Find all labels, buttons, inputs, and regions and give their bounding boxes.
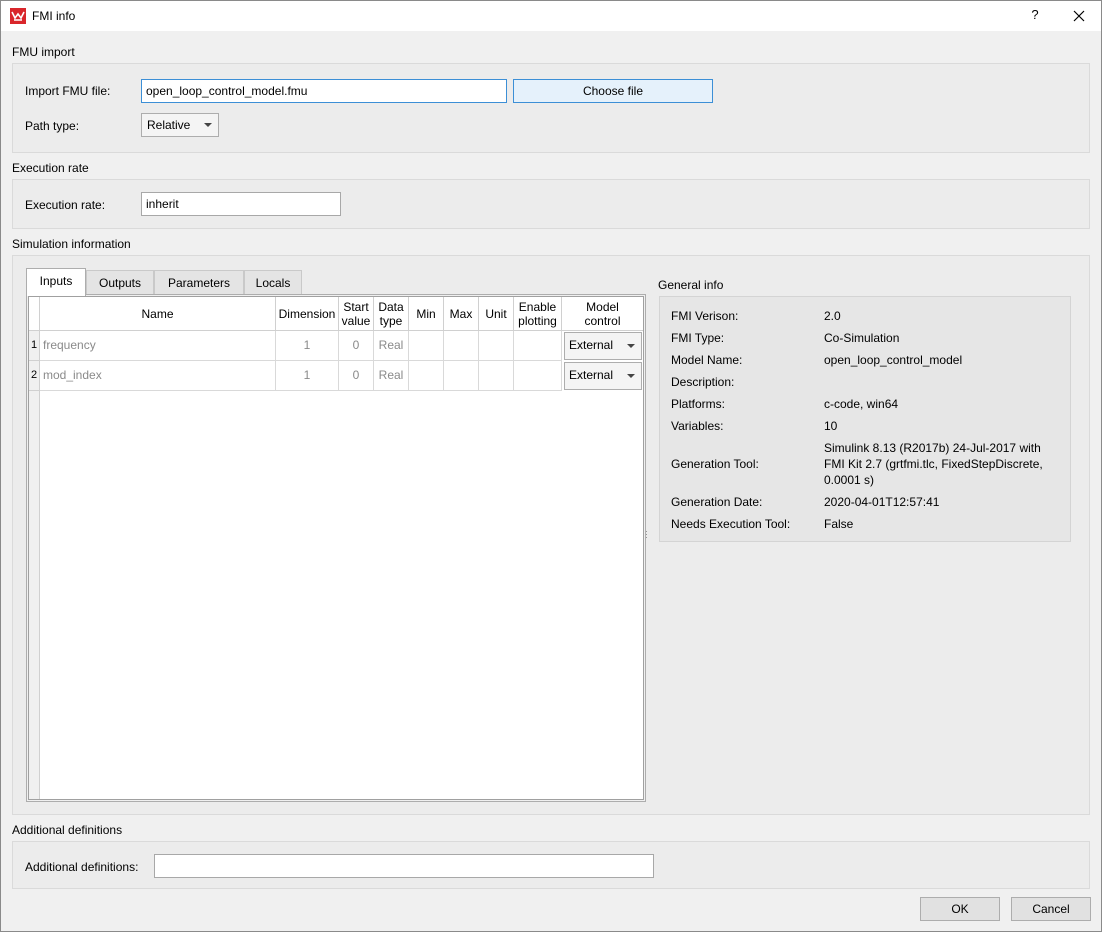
cell-name[interactable]: mod_index — [40, 361, 276, 391]
additional-definitions-input[interactable] — [154, 854, 654, 878]
tab-outputs[interactable]: Outputs — [86, 270, 154, 294]
title-bar: FMI info ? — [1, 1, 1101, 31]
info-key-model-name: Model Name: — [671, 353, 743, 367]
cell-start-value[interactable]: 0 — [339, 361, 374, 391]
tab-inputs[interactable]: Inputs — [26, 268, 86, 296]
info-key-fmi-type: FMI Type: — [671, 331, 725, 345]
cell-max[interactable] — [444, 361, 479, 391]
cell-data-type[interactable]: Real — [374, 361, 409, 391]
inputs-table[interactable]: Name Dimension Start value Data type Min M… — [28, 296, 644, 800]
simulation-info-group: Inputs Outputs Parameters Locals Name Di… — [12, 255, 1090, 815]
info-value-generation-tool: Simulink 8.13 (R2017b) 24-Jul-2017 with … — [824, 441, 1043, 487]
info-key-platforms: Platforms: — [671, 397, 726, 411]
info-value-platforms: c-code, win64 — [824, 397, 899, 411]
info-key-generation-date: Generation Date: — [671, 495, 763, 509]
cell-unit[interactable] — [479, 331, 514, 361]
cell-min[interactable] — [409, 361, 444, 391]
col-header-min[interactable]: Min — [409, 297, 444, 331]
col-header-model-control[interactable]: Model control — [562, 297, 643, 331]
chevron-down-icon — [204, 123, 212, 127]
path-type-value: Relative — [147, 118, 191, 132]
general-info-title: General info — [658, 278, 724, 292]
help-button[interactable]: ? — [1027, 7, 1043, 25]
col-header-unit[interactable]: Unit — [479, 297, 514, 331]
info-value-fmi-version: 2.0 — [824, 309, 841, 323]
additional-definitions-title: Additional definitions — [12, 823, 123, 837]
splitter-handle[interactable] — [645, 529, 648, 547]
cell-dimension[interactable]: 1 — [276, 331, 339, 361]
cell-unit[interactable] — [479, 361, 514, 391]
simulation-info-title: Simulation information — [12, 237, 131, 251]
col-header-dimension[interactable]: Dimension — [276, 297, 339, 331]
cell-enable-plotting[interactable] — [514, 331, 562, 361]
row-header[interactable]: 2 — [29, 361, 40, 391]
chevron-down-icon — [627, 344, 635, 348]
import-fmu-file-label: Import FMU file: — [25, 84, 111, 98]
cell-data-type[interactable]: Real — [374, 331, 409, 361]
col-header-start-value[interactable]: Start value — [339, 297, 374, 331]
path-type-label: Path type: — [25, 119, 80, 133]
table-corner — [29, 297, 40, 331]
chevron-down-icon — [627, 374, 635, 378]
tab-locals[interactable]: Locals — [244, 270, 302, 294]
execution-rate-input[interactable]: inherit — [141, 192, 341, 216]
info-key-generation-tool: Generation Tool: — [671, 457, 759, 471]
execution-rate-title: Execution rate — [12, 161, 89, 175]
close-icon[interactable] — [1069, 6, 1089, 26]
row-header-strip — [29, 391, 40, 799]
model-control-select[interactable]: External — [564, 362, 642, 390]
choose-file-button[interactable]: Choose file — [513, 79, 713, 103]
model-control-value: External — [569, 368, 614, 382]
cell-start-value[interactable]: 0 — [339, 331, 374, 361]
tab-parameters[interactable]: Parameters — [154, 270, 244, 294]
inputs-tab-pane: Name Dimension Start value Data type Min M… — [26, 294, 646, 802]
info-value-generation-date: 2020-04-01T12:57:41 — [824, 495, 940, 509]
cell-dimension[interactable]: 1 — [276, 361, 339, 391]
path-type-select[interactable]: Relative — [141, 113, 219, 137]
cell-max[interactable] — [444, 331, 479, 361]
info-value-model-name: open_loop_control_model — [824, 353, 963, 367]
import-fmu-file-input[interactable]: open_loop_control_model.fmu — [141, 79, 507, 103]
col-header-max[interactable]: Max — [444, 297, 479, 331]
row-header[interactable]: 1 — [29, 331, 40, 361]
fmu-import-title: FMU import — [12, 45, 75, 59]
cell-enable-plotting[interactable] — [514, 361, 562, 391]
general-info-panel: FMI Verison: 2.0 FMI Type: Co-Simulation… — [659, 296, 1071, 542]
info-value-fmi-type: Co-Simulation — [824, 331, 900, 345]
info-value-variables: 10 — [824, 419, 838, 433]
window-title: FMI info — [32, 9, 76, 23]
info-key-fmi-version: FMI Verison: — [671, 309, 739, 323]
additional-definitions-group: Additional definitions: — [12, 841, 1090, 889]
info-key-variables: Variables: — [671, 419, 724, 433]
info-value-needs-execution-tool: False — [824, 517, 854, 531]
cell-min[interactable] — [409, 331, 444, 361]
model-control-value: External — [569, 338, 614, 352]
col-header-data-type[interactable]: Data type — [374, 297, 409, 331]
info-key-needs-execution-tool: Needs Execution Tool: — [671, 517, 791, 531]
info-key-description: Description: — [671, 375, 735, 389]
cancel-button[interactable]: Cancel — [1011, 897, 1091, 921]
ok-button[interactable]: OK — [920, 897, 1000, 921]
execution-rate-label: Execution rate: — [25, 198, 106, 212]
additional-definitions-label: Additional definitions: — [25, 860, 139, 874]
model-control-select[interactable]: External — [564, 332, 642, 360]
app-logo-icon — [10, 8, 26, 24]
cell-name[interactable]: frequency — [40, 331, 276, 361]
fmu-import-group: Import FMU file: open_loop_control_model… — [12, 63, 1090, 153]
execution-rate-group: Execution rate: inherit — [12, 179, 1090, 229]
col-header-name[interactable]: Name — [40, 297, 276, 331]
col-header-enable-plotting[interactable]: Enable plotting — [514, 297, 562, 331]
fmi-info-dialog: FMI info ? FMU import Import FMU file: o… — [0, 0, 1102, 932]
